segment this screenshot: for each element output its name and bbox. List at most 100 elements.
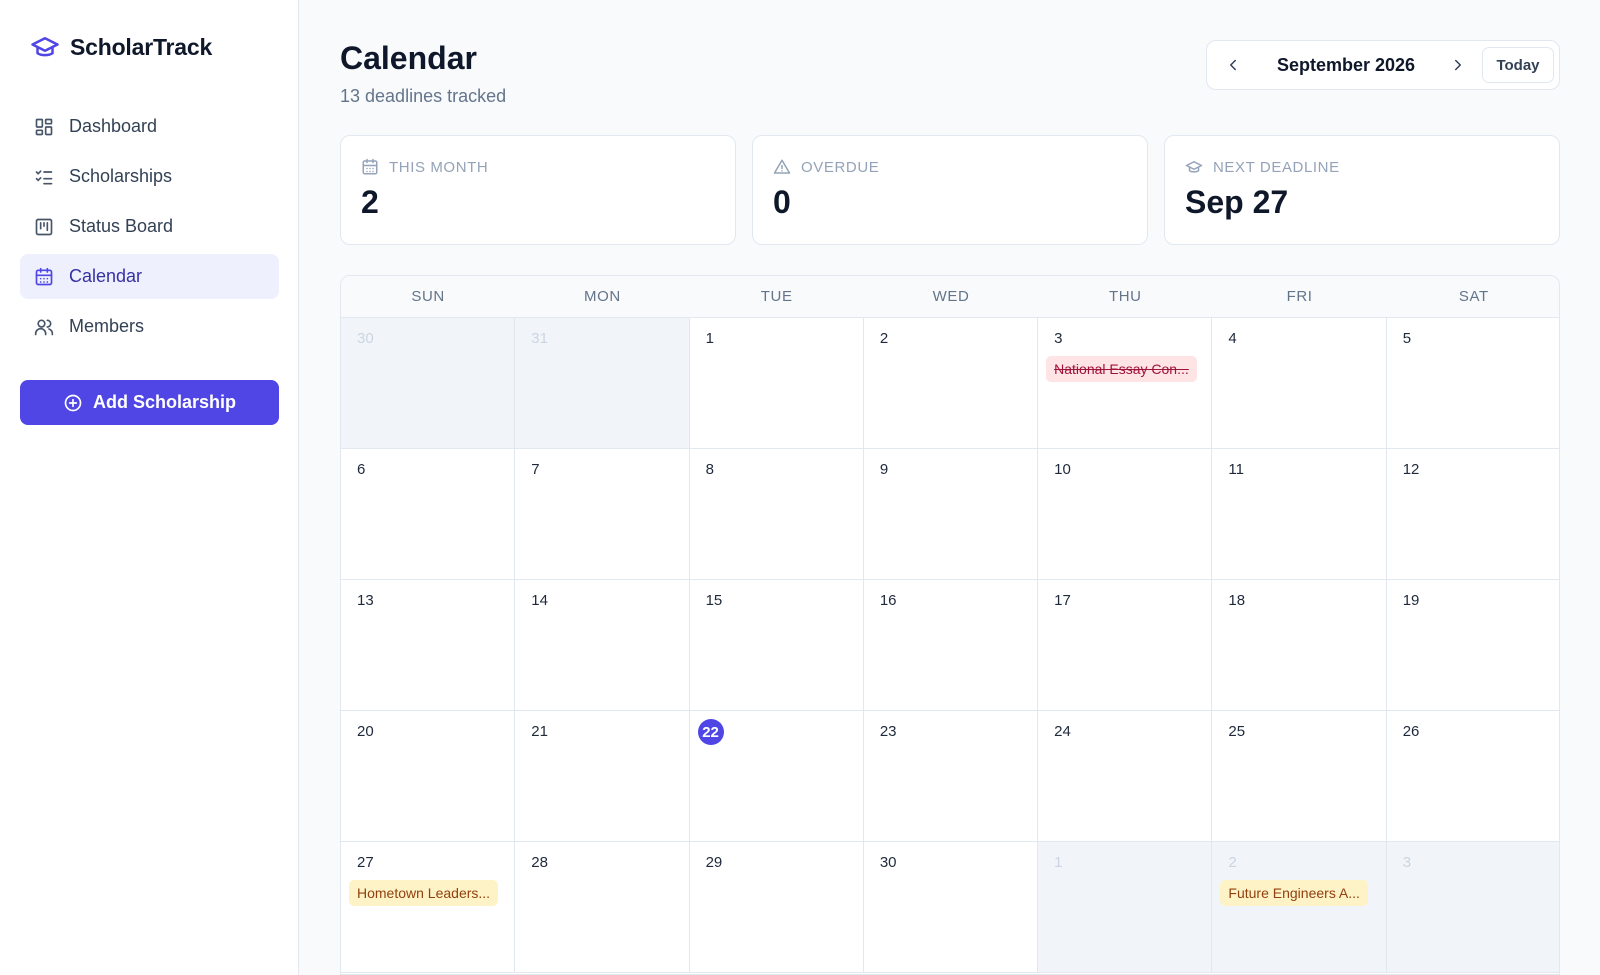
warning-triangle-icon — [773, 158, 791, 176]
calendar-day-cell[interactable]: 19 — [1386, 580, 1559, 711]
stat-card-overdue: OVERDUE 0 — [752, 135, 1148, 245]
brand[interactable]: ScholarTrack — [30, 32, 212, 62]
sidebar-item-label: Status Board — [69, 216, 174, 236]
current-month-label: September 2026 — [1276, 55, 1416, 75]
calendar-day-cell[interactable]: 8 — [689, 449, 864, 580]
calendar-day-cell[interactable]: 14 — [515, 580, 690, 711]
day-number: 28 — [531, 854, 548, 871]
calendar-day-cell[interactable]: 29 — [689, 842, 864, 973]
day-number: 1 — [705, 330, 714, 347]
day-number: 10 — [1054, 461, 1071, 478]
sidebar-item-members[interactable]: Members — [20, 304, 279, 349]
calendar-day-cell[interactable]: 2 — [863, 318, 1039, 449]
page-subtitle: 13 deadlines tracked — [340, 86, 507, 106]
grid-icon — [34, 117, 54, 137]
calendar-day-cell[interactable]: 28 — [515, 842, 690, 973]
calendar-day-cell[interactable]: 5 — [1386, 318, 1559, 449]
day-number: 30 — [879, 854, 897, 871]
calendar-day-cell[interactable]: 7 — [515, 449, 690, 580]
calendar-day-cell[interactable]: 3 National Essay Con... — [1038, 318, 1213, 449]
day-number: 29 — [705, 854, 723, 871]
add-scholarship-button[interactable]: Add Scholarship — [20, 380, 279, 425]
day-number: 27 — [357, 854, 374, 871]
day-number: 4 — [1228, 330, 1237, 347]
sidebar-item-calendar[interactable]: Calendar — [20, 254, 279, 299]
sidebar-item-status-board[interactable]: Status Board — [20, 204, 279, 249]
calendar-day-cell[interactable]: 21 — [515, 711, 690, 842]
weekday-label: WED — [932, 288, 970, 305]
calendar-day-cell[interactable]: 20 — [341, 711, 516, 842]
calendar-day-cell[interactable]: 31 — [515, 318, 690, 449]
calendar-day-cell[interactable]: 11 — [1212, 449, 1387, 580]
calendar-day-cell[interactable]: 23 — [863, 711, 1039, 842]
month-navigator: September 2026 Today — [1206, 40, 1560, 90]
day-number: 5 — [1402, 330, 1412, 347]
add-scholarship-label: Add Scholarship — [92, 392, 236, 412]
day-number: 18 — [1228, 592, 1246, 609]
calendar-day-cell[interactable]: 27 Hometown Leaders... — [341, 842, 516, 973]
day-number: 11 — [1228, 461, 1244, 478]
next-month-button[interactable] — [1446, 53, 1470, 77]
calendar-day-cell[interactable]: 15 — [689, 580, 864, 711]
calendar-day-cell[interactable]: 10 — [1038, 449, 1213, 580]
day-number: 25 — [1228, 723, 1246, 740]
calendar-day-cell[interactable]: 25 — [1212, 711, 1387, 842]
weekday-label: MON — [584, 288, 621, 305]
calendar-day-cell[interactable]: 16 — [863, 580, 1039, 711]
calendar-day-cell[interactable]: 26 — [1386, 711, 1559, 842]
calendar-day-cell[interactable]: 3 — [1386, 842, 1559, 973]
chevron-right-icon — [1449, 56, 1467, 74]
day-number: 3 — [1402, 854, 1412, 871]
graduation-cap-icon — [1185, 158, 1203, 176]
calendar-day-cell[interactable]: 13 — [341, 580, 516, 711]
stat-label: THIS MONTH — [389, 158, 489, 176]
chevron-left-icon — [1224, 56, 1242, 74]
today-date-number: 22 — [697, 719, 724, 745]
sidebar-item-dashboard[interactable]: Dashboard — [20, 104, 279, 149]
checklist-icon — [34, 167, 54, 187]
stat-label: OVERDUE — [801, 158, 880, 176]
day-number: 2 — [1228, 854, 1237, 871]
calendar-day-cell[interactable]: 22 — [689, 711, 864, 842]
plus-circle-icon — [63, 393, 83, 413]
sidebar-item-label: Members — [69, 316, 145, 336]
day-number: 15 — [705, 592, 723, 609]
calendar-day-cell[interactable]: 17 — [1038, 580, 1213, 711]
calendar-day-cell[interactable]: 1 — [1038, 842, 1213, 973]
day-number: 31 — [531, 330, 548, 347]
calendar-day-cell[interactable]: 6 — [341, 449, 516, 580]
day-number: 16 — [879, 592, 897, 609]
deadline-event[interactable]: National Essay Con... — [1046, 356, 1197, 382]
deadline-event[interactable]: Future Engineers A... — [1220, 880, 1368, 906]
stat-value: Sep 27 — [1185, 184, 1289, 220]
day-number: 14 — [531, 592, 548, 609]
day-number: 17 — [1054, 592, 1071, 609]
calendar-day-cell[interactable]: 18 — [1212, 580, 1387, 711]
day-number: 24 — [1054, 723, 1071, 740]
day-number: 6 — [357, 461, 366, 478]
calendar-day-cell[interactable]: 2 Future Engineers A... — [1212, 842, 1387, 973]
users-icon — [34, 317, 54, 337]
calendar-day-cell[interactable]: 30 — [863, 842, 1039, 973]
calendar-icon — [361, 158, 379, 176]
deadline-event[interactable]: Hometown Leaders... — [349, 880, 499, 906]
calendar-day-cell[interactable]: 9 — [863, 449, 1039, 580]
calendar-grid: SUN MON TUE WED THU FRI SAT 30 31 1 2 3 National Es… — [340, 275, 1560, 975]
calendar-icon — [34, 267, 54, 287]
stat-label: NEXT DEADLINE — [1213, 158, 1340, 176]
weekday-label: SAT — [1458, 288, 1489, 305]
calendar-day-cell[interactable]: 24 — [1038, 711, 1213, 842]
calendar-day-cell[interactable]: 4 — [1212, 318, 1387, 449]
calendar-day-cell[interactable]: 30 — [341, 318, 516, 449]
day-number: 21 — [531, 723, 548, 740]
calendar-day-cell[interactable]: 12 — [1386, 449, 1559, 580]
sidebar-item-scholarships[interactable]: Scholarships — [20, 154, 279, 199]
day-number: 26 — [1402, 723, 1420, 740]
weekday-label: SUN — [411, 288, 445, 305]
day-number: 7 — [531, 461, 540, 478]
calendar-day-cell[interactable]: 1 — [689, 318, 864, 449]
day-number: 12 — [1402, 461, 1420, 478]
previous-month-button[interactable] — [1221, 53, 1245, 77]
day-number: 19 — [1402, 592, 1420, 609]
today-button[interactable]: Today — [1482, 47, 1554, 83]
